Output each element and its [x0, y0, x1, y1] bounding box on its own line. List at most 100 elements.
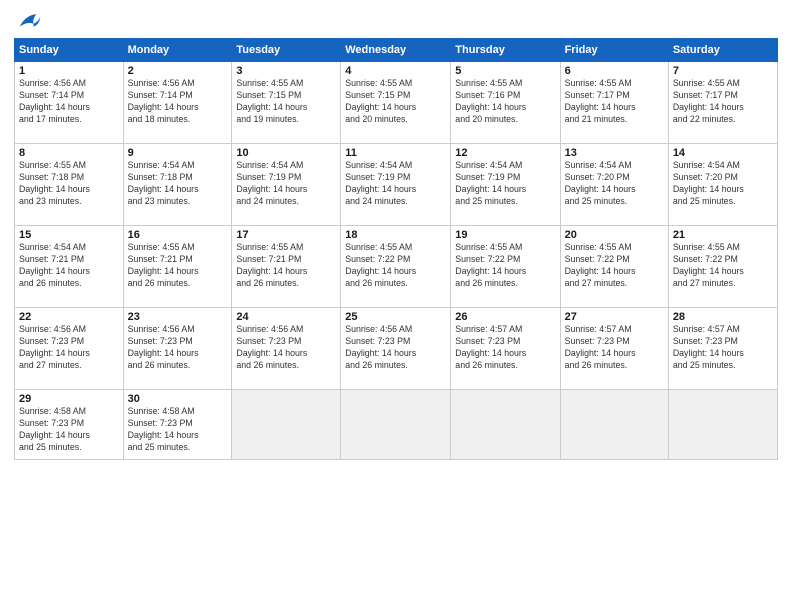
calendar-cell: 23Sunrise: 4:56 AM Sunset: 7:23 PM Dayli… — [123, 308, 232, 390]
day-info: Sunrise: 4:55 AM Sunset: 7:16 PM Dayligh… — [455, 78, 555, 126]
day-info: Sunrise: 4:54 AM Sunset: 7:19 PM Dayligh… — [236, 160, 336, 208]
calendar-cell: 1Sunrise: 4:56 AM Sunset: 7:14 PM Daylig… — [15, 62, 124, 144]
day-info: Sunrise: 4:58 AM Sunset: 7:23 PM Dayligh… — [19, 406, 119, 454]
day-number: 3 — [236, 65, 336, 77]
calendar-cell: 5Sunrise: 4:55 AM Sunset: 7:16 PM Daylig… — [451, 62, 560, 144]
day-info: Sunrise: 4:54 AM Sunset: 7:19 PM Dayligh… — [345, 160, 446, 208]
col-header-monday: Monday — [123, 39, 232, 62]
day-info: Sunrise: 4:55 AM Sunset: 7:17 PM Dayligh… — [565, 78, 664, 126]
day-number: 10 — [236, 147, 336, 159]
calendar-cell — [232, 390, 341, 460]
calendar-cell: 14Sunrise: 4:54 AM Sunset: 7:20 PM Dayli… — [668, 144, 777, 226]
calendar-cell: 6Sunrise: 4:55 AM Sunset: 7:17 PM Daylig… — [560, 62, 668, 144]
day-number: 1 — [19, 65, 119, 77]
day-info: Sunrise: 4:57 AM Sunset: 7:23 PM Dayligh… — [455, 324, 555, 372]
logo — [14, 10, 46, 32]
calendar-cell: 3Sunrise: 4:55 AM Sunset: 7:15 PM Daylig… — [232, 62, 341, 144]
calendar-cell — [560, 390, 668, 460]
calendar-cell: 4Sunrise: 4:55 AM Sunset: 7:15 PM Daylig… — [341, 62, 451, 144]
day-info: Sunrise: 4:54 AM Sunset: 7:18 PM Dayligh… — [128, 160, 228, 208]
calendar-cell: 30Sunrise: 4:58 AM Sunset: 7:23 PM Dayli… — [123, 390, 232, 460]
day-number: 4 — [345, 65, 446, 77]
day-info: Sunrise: 4:56 AM Sunset: 7:23 PM Dayligh… — [128, 324, 228, 372]
day-number: 29 — [19, 393, 119, 405]
day-number: 27 — [565, 311, 664, 323]
day-number: 17 — [236, 229, 336, 241]
calendar-cell: 8Sunrise: 4:55 AM Sunset: 7:18 PM Daylig… — [15, 144, 124, 226]
day-info: Sunrise: 4:56 AM Sunset: 7:14 PM Dayligh… — [19, 78, 119, 126]
day-number: 30 — [128, 393, 228, 405]
day-number: 5 — [455, 65, 555, 77]
day-number: 6 — [565, 65, 664, 77]
calendar-cell: 13Sunrise: 4:54 AM Sunset: 7:20 PM Dayli… — [560, 144, 668, 226]
day-number: 11 — [345, 147, 446, 159]
day-number: 21 — [673, 229, 773, 241]
day-info: Sunrise: 4:54 AM Sunset: 7:21 PM Dayligh… — [19, 242, 119, 290]
calendar-cell — [341, 390, 451, 460]
day-number: 22 — [19, 311, 119, 323]
calendar-body: 1Sunrise: 4:56 AM Sunset: 7:14 PM Daylig… — [15, 62, 778, 460]
page-container: SundayMondayTuesdayWednesdayThursdayFrid… — [0, 0, 792, 468]
day-number: 14 — [673, 147, 773, 159]
calendar-cell: 22Sunrise: 4:56 AM Sunset: 7:23 PM Dayli… — [15, 308, 124, 390]
day-info: Sunrise: 4:55 AM Sunset: 7:22 PM Dayligh… — [345, 242, 446, 290]
day-info: Sunrise: 4:56 AM Sunset: 7:14 PM Dayligh… — [128, 78, 228, 126]
day-number: 19 — [455, 229, 555, 241]
calendar-cell: 24Sunrise: 4:56 AM Sunset: 7:23 PM Dayli… — [232, 308, 341, 390]
day-info: Sunrise: 4:55 AM Sunset: 7:22 PM Dayligh… — [565, 242, 664, 290]
calendar-cell: 26Sunrise: 4:57 AM Sunset: 7:23 PM Dayli… — [451, 308, 560, 390]
col-header-tuesday: Tuesday — [232, 39, 341, 62]
calendar-cell — [451, 390, 560, 460]
calendar-cell: 15Sunrise: 4:54 AM Sunset: 7:21 PM Dayli… — [15, 226, 124, 308]
day-number: 12 — [455, 147, 555, 159]
day-info: Sunrise: 4:55 AM Sunset: 7:21 PM Dayligh… — [236, 242, 336, 290]
calendar-week-4: 22Sunrise: 4:56 AM Sunset: 7:23 PM Dayli… — [15, 308, 778, 390]
day-number: 28 — [673, 311, 773, 323]
day-number: 20 — [565, 229, 664, 241]
calendar-cell: 12Sunrise: 4:54 AM Sunset: 7:19 PM Dayli… — [451, 144, 560, 226]
calendar-header-row: SundayMondayTuesdayWednesdayThursdayFrid… — [15, 39, 778, 62]
col-header-saturday: Saturday — [668, 39, 777, 62]
day-info: Sunrise: 4:55 AM Sunset: 7:22 PM Dayligh… — [673, 242, 773, 290]
day-info: Sunrise: 4:57 AM Sunset: 7:23 PM Dayligh… — [565, 324, 664, 372]
day-info: Sunrise: 4:55 AM Sunset: 7:15 PM Dayligh… — [236, 78, 336, 126]
day-number: 25 — [345, 311, 446, 323]
day-number: 9 — [128, 147, 228, 159]
day-info: Sunrise: 4:55 AM Sunset: 7:15 PM Dayligh… — [345, 78, 446, 126]
calendar-cell — [668, 390, 777, 460]
day-info: Sunrise: 4:57 AM Sunset: 7:23 PM Dayligh… — [673, 324, 773, 372]
day-number: 15 — [19, 229, 119, 241]
day-number: 7 — [673, 65, 773, 77]
calendar-week-3: 15Sunrise: 4:54 AM Sunset: 7:21 PM Dayli… — [15, 226, 778, 308]
day-number: 18 — [345, 229, 446, 241]
day-info: Sunrise: 4:55 AM Sunset: 7:18 PM Dayligh… — [19, 160, 119, 208]
day-number: 8 — [19, 147, 119, 159]
calendar-cell: 17Sunrise: 4:55 AM Sunset: 7:21 PM Dayli… — [232, 226, 341, 308]
calendar-cell: 29Sunrise: 4:58 AM Sunset: 7:23 PM Dayli… — [15, 390, 124, 460]
calendar-cell: 16Sunrise: 4:55 AM Sunset: 7:21 PM Dayli… — [123, 226, 232, 308]
calendar-cell: 10Sunrise: 4:54 AM Sunset: 7:19 PM Dayli… — [232, 144, 341, 226]
day-number: 13 — [565, 147, 664, 159]
day-number: 23 — [128, 311, 228, 323]
calendar-cell: 27Sunrise: 4:57 AM Sunset: 7:23 PM Dayli… — [560, 308, 668, 390]
col-header-thursday: Thursday — [451, 39, 560, 62]
calendar-cell: 21Sunrise: 4:55 AM Sunset: 7:22 PM Dayli… — [668, 226, 777, 308]
calendar-cell: 18Sunrise: 4:55 AM Sunset: 7:22 PM Dayli… — [341, 226, 451, 308]
header — [14, 10, 778, 32]
day-info: Sunrise: 4:56 AM Sunset: 7:23 PM Dayligh… — [236, 324, 336, 372]
col-header-wednesday: Wednesday — [341, 39, 451, 62]
day-number: 2 — [128, 65, 228, 77]
calendar-cell: 25Sunrise: 4:56 AM Sunset: 7:23 PM Dayli… — [341, 308, 451, 390]
day-info: Sunrise: 4:55 AM Sunset: 7:17 PM Dayligh… — [673, 78, 773, 126]
day-info: Sunrise: 4:56 AM Sunset: 7:23 PM Dayligh… — [19, 324, 119, 372]
day-number: 16 — [128, 229, 228, 241]
day-info: Sunrise: 4:58 AM Sunset: 7:23 PM Dayligh… — [128, 406, 228, 454]
calendar-cell: 2Sunrise: 4:56 AM Sunset: 7:14 PM Daylig… — [123, 62, 232, 144]
day-number: 26 — [455, 311, 555, 323]
logo-icon — [14, 10, 42, 32]
calendar-table: SundayMondayTuesdayWednesdayThursdayFrid… — [14, 38, 778, 460]
calendar-cell: 7Sunrise: 4:55 AM Sunset: 7:17 PM Daylig… — [668, 62, 777, 144]
calendar-week-5: 29Sunrise: 4:58 AM Sunset: 7:23 PM Dayli… — [15, 390, 778, 460]
day-info: Sunrise: 4:55 AM Sunset: 7:21 PM Dayligh… — [128, 242, 228, 290]
day-info: Sunrise: 4:55 AM Sunset: 7:22 PM Dayligh… — [455, 242, 555, 290]
